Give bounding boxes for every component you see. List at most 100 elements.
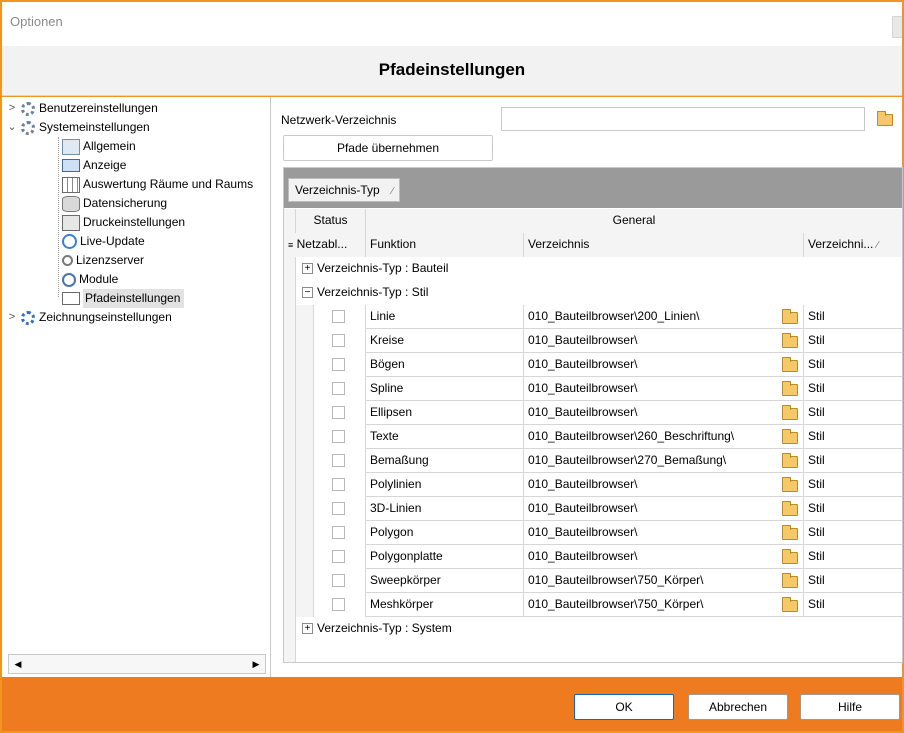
verzeichnis-cell[interactable]: 010_Bauteilbrowser\750_Körper\ (524, 569, 804, 593)
column-header-netzablage[interactable]: ≡ Netzabl... (284, 233, 366, 257)
expand-icon[interactable]: + (302, 623, 313, 635)
group-chip-verzeichnis-typ[interactable]: Verzeichnis-Typ ∕ (288, 178, 401, 202)
tree-item-allgemein[interactable]: Allgemein (60, 137, 136, 156)
table-row[interactable]: Meshkörper 010_Bauteilbrowser\750_Körper\… (284, 593, 902, 617)
row-indicator (284, 329, 296, 353)
folder-icon[interactable] (782, 405, 798, 420)
table-row[interactable]: Bögen 010_Bauteilbrowser\ Stil (284, 353, 902, 377)
tree-item-module[interactable]: Module (60, 270, 118, 289)
table-row[interactable]: Bemaßung 010_Bauteilbrowser\270_Bemaßung\… (284, 449, 902, 473)
netzablage-checkbox[interactable] (332, 358, 345, 371)
horizontal-scrollbar[interactable]: ◀ ▶ (8, 654, 266, 674)
column-chooser-icon[interactable]: ≡ (288, 240, 293, 250)
table-row[interactable]: Spline 010_Bauteilbrowser\ Stil (284, 377, 902, 401)
close-icon[interactable] (892, 16, 902, 38)
chevron-right-icon[interactable]: > (6, 308, 18, 327)
column-header-verzeichnis-typ[interactable]: Verzeichni... ∕ (804, 233, 902, 257)
netzablage-checkbox[interactable] (332, 550, 345, 563)
verzeichnis-value: 010_Bauteilbrowser\ (528, 357, 638, 371)
verzeichnis-cell[interactable]: 010_Bauteilbrowser\ (524, 497, 804, 521)
group-row[interactable]: + Verzeichnis-Typ : System (284, 617, 902, 641)
network-directory-input[interactable] (501, 107, 865, 131)
verzeichnis-cell[interactable]: 010_Bauteilbrowser\ (524, 473, 804, 497)
tree-item-zeichnungseinstellungen[interactable]: > Zeichnungseinstellungen (6, 308, 172, 327)
column-header-verzeichnis[interactable]: Verzeichnis (524, 233, 804, 257)
folder-icon[interactable] (782, 477, 798, 492)
netzablage-checkbox[interactable] (332, 526, 345, 539)
tree-item-lizenzserver[interactable]: Lizenzserver (60, 251, 144, 270)
netzablage-checkbox[interactable] (332, 478, 345, 491)
folder-icon[interactable] (782, 333, 798, 348)
folder-icon[interactable] (782, 309, 798, 324)
tree-item-live-update[interactable]: Live-Update (60, 232, 145, 251)
netzablage-checkbox[interactable] (332, 574, 345, 587)
chevron-down-icon[interactable]: ⌄ (6, 118, 18, 137)
options-tree-pane: > Benutzereinstellungen ⌄ Systemeinstell… (2, 97, 270, 677)
netzablage-checkbox[interactable] (332, 406, 345, 419)
apply-paths-button[interactable]: Pfade übernehmen (283, 135, 493, 161)
table-row[interactable]: 3D-Linien 010_Bauteilbrowser\ Stil (284, 497, 902, 521)
tree-item-druckeinstellungen[interactable]: Druckeinstellungen (60, 213, 185, 232)
table-row[interactable]: Ellipsen 010_Bauteilbrowser\ Stil (284, 401, 902, 425)
column-header-funktion[interactable]: Funktion (366, 233, 524, 257)
netzablage-checkbox[interactable] (332, 430, 345, 443)
verzeichnis-cell[interactable]: 010_Bauteilbrowser\ (524, 545, 804, 569)
folder-icon[interactable] (782, 501, 798, 516)
tree-item-auswertung[interactable]: Auswertung Räume und Raums (60, 175, 253, 194)
folder-icon[interactable] (782, 525, 798, 540)
group-row[interactable]: − Verzeichnis-Typ : Stil (284, 281, 902, 305)
folder-icon[interactable] (782, 597, 798, 612)
table-row[interactable]: Kreise 010_Bauteilbrowser\ Stil (284, 329, 902, 353)
table-row[interactable]: Texte 010_Bauteilbrowser\260_Beschriftung… (284, 425, 902, 449)
help-button[interactable]: Hilfe (800, 694, 900, 720)
row-indicator (284, 257, 296, 281)
netzablage-checkbox[interactable] (332, 454, 345, 467)
database-icon (62, 195, 80, 212)
verzeichnis-value: 010_Bauteilbrowser\ (528, 405, 638, 419)
verzeichnis-cell[interactable]: 010_Bauteilbrowser\ (524, 521, 804, 545)
verzeichnis-cell[interactable]: 010_Bauteilbrowser\260_Beschriftung\ (524, 425, 804, 449)
scroll-left-icon[interactable]: ◀ (9, 655, 27, 673)
collapse-icon[interactable]: − (302, 287, 313, 299)
verzeichnis-cell[interactable]: 010_Bauteilbrowser\750_Körper\ (524, 593, 804, 617)
folder-icon[interactable] (782, 549, 798, 564)
netzablage-checkbox[interactable] (332, 310, 345, 323)
tree-item-benutzereinstellungen[interactable]: > Benutzereinstellungen (6, 99, 158, 118)
path-settings-pane: Netzwerk-Verzeichnis Pfade übernehmen Ve… (270, 97, 903, 677)
tree-item-systemeinstellungen[interactable]: ⌄ Systemeinstellungen (6, 118, 150, 137)
netzablage-cell (314, 569, 366, 593)
verzeichnis-cell[interactable]: 010_Bauteilbrowser\ (524, 377, 804, 401)
netzablage-checkbox[interactable] (332, 502, 345, 515)
folder-icon[interactable] (782, 381, 798, 396)
table-row[interactable]: Polygonplatte 010_Bauteilbrowser\ Stil (284, 545, 902, 569)
verzeichnis-cell[interactable]: 010_Bauteilbrowser\270_Bemaßung\ (524, 449, 804, 473)
expand-icon[interactable]: + (302, 263, 313, 275)
table-row[interactable]: Polygon 010_Bauteilbrowser\ Stil (284, 521, 902, 545)
tree-item-label: Pfadeinstellungen (83, 289, 185, 308)
tree-item-datensicherung[interactable]: Datensicherung (60, 194, 167, 213)
table-row[interactable]: Polylinien 010_Bauteilbrowser\ Stil (284, 473, 902, 497)
folder-icon[interactable] (877, 111, 893, 126)
folder-icon[interactable] (782, 357, 798, 372)
verzeichnis-cell[interactable]: 010_Bauteilbrowser\ (524, 353, 804, 377)
group-label: Verzeichnis-Typ : Bauteil (317, 261, 449, 275)
table-row[interactable]: Sweepkörper 010_Bauteilbrowser\750_Körper… (284, 569, 902, 593)
gear-icon (21, 310, 35, 325)
tree-item-anzeige[interactable]: Anzeige (60, 156, 126, 175)
verzeichnis-cell[interactable]: 010_Bauteilbrowser\ (524, 401, 804, 425)
tree-item-pfadeinstellungen[interactable]: Pfadeinstellungen (60, 289, 185, 308)
folder-icon[interactable] (782, 429, 798, 444)
folder-icon[interactable] (782, 573, 798, 588)
verzeichnis-cell[interactable]: 010_Bauteilbrowser\200_Linien\ (524, 305, 804, 329)
scroll-right-icon[interactable]: ▶ (247, 655, 265, 673)
netzablage-checkbox[interactable] (332, 334, 345, 347)
ok-button[interactable]: OK (574, 694, 674, 720)
table-row[interactable]: Linie 010_Bauteilbrowser\200_Linien\ Stil (284, 305, 902, 329)
folder-icon[interactable] (782, 453, 798, 468)
chevron-right-icon[interactable]: > (6, 99, 18, 118)
netzablage-checkbox[interactable] (332, 382, 345, 395)
netzablage-checkbox[interactable] (332, 598, 345, 611)
cancel-button[interactable]: Abbrechen (688, 694, 788, 720)
verzeichnis-cell[interactable]: 010_Bauteilbrowser\ (524, 329, 804, 353)
group-row[interactable]: + Verzeichnis-Typ : Bauteil (284, 257, 902, 281)
